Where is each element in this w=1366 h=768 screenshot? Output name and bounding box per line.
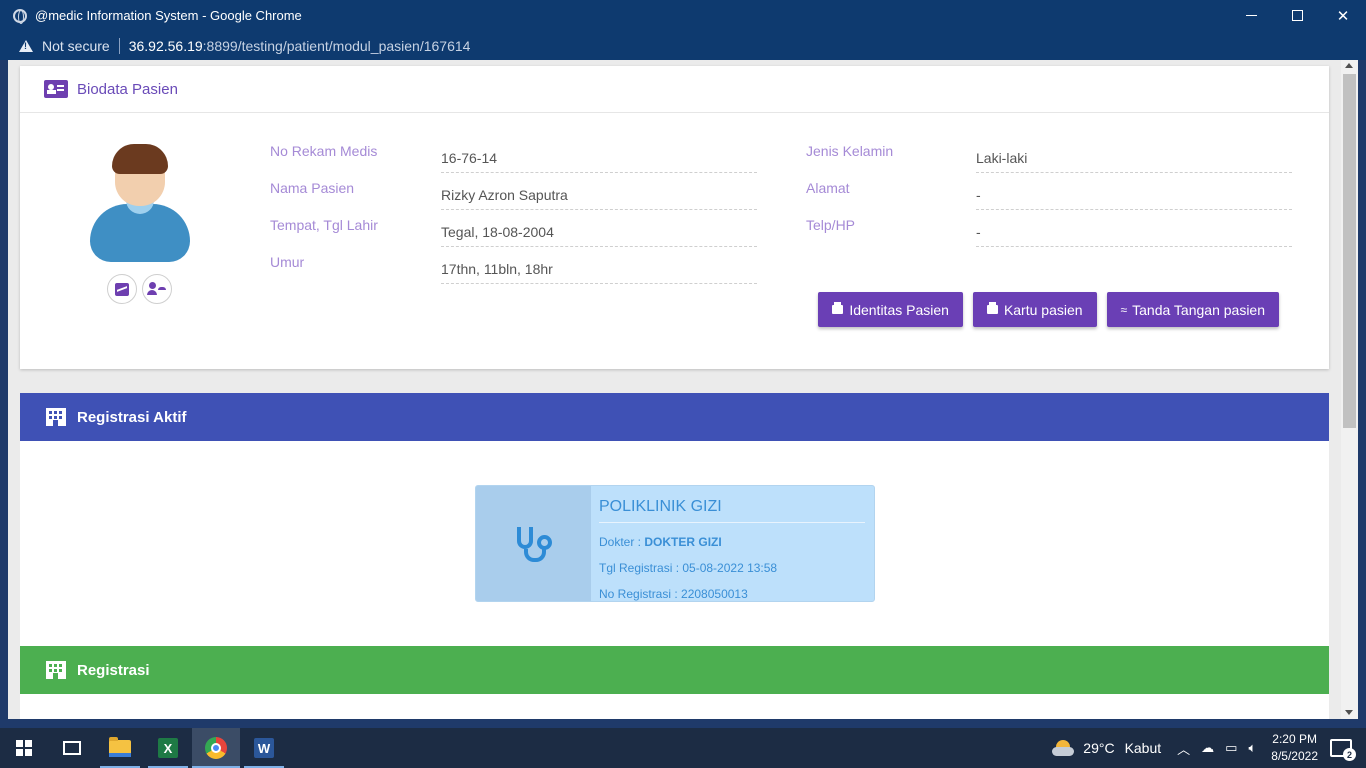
kartu-pasien-button[interactable]: Kartu pasien <box>972 292 1097 327</box>
poli-card[interactable]: POLIKLINIK GIZI Dokter : DOKTER GIZI Tgl… <box>475 485 875 602</box>
chrome-button[interactable] <box>192 728 240 768</box>
url-host[interactable]: 36.92.56.19 <box>129 38 203 54</box>
taskbar: X W 29°C Kabut ︿ ☁ ▭ 🔈︎ 2:20 PM 8/5/2022… <box>0 728 1366 768</box>
address-separator <box>118 37 120 54</box>
id-card-icon <box>44 80 68 98</box>
registrasi-body <box>20 694 1329 719</box>
chrome-icon <box>205 737 227 759</box>
system-tray: 29°C Kabut ︿ ☁ ▭ 🔈︎ 2:20 PM 8/5/2022 2 <box>1052 728 1366 768</box>
scroll-up-icon[interactable] <box>1345 63 1353 68</box>
value-alamat: - <box>976 177 1292 210</box>
address-bar[interactable]: Not secure 36.92.56.19:8899/testing/pati… <box>0 31 1366 60</box>
task-view-button[interactable] <box>48 728 96 768</box>
task-view-icon <box>63 741 81 755</box>
tanda-tangan-button[interactable]: ≈ Tanda Tangan pasien <box>1106 292 1279 327</box>
weather-condition[interactable]: Kabut <box>1125 740 1162 756</box>
clock-time: 2:20 PM <box>1272 732 1317 746</box>
poli-dokter-name: DOKTER GIZI <box>644 535 722 549</box>
value-tempat-tgl-lahir: Tegal, 18-08-2004 <box>441 214 757 247</box>
patient-avatar <box>88 142 192 262</box>
clock[interactable]: 2:20 PM 8/5/2022 <box>1271 731 1318 765</box>
label-nama-pasien: Nama Pasien <box>270 180 355 196</box>
poli-dokter-label: Dokter : <box>599 535 645 549</box>
file-explorer-button[interactable] <box>96 728 144 768</box>
poli-dokter: Dokter : DOKTER GIZI <box>599 535 865 549</box>
value-jenis-kelamin: Laki-laki <box>976 140 1292 173</box>
start-button[interactable] <box>0 728 48 768</box>
label-no-rekam-medis: No Rekam Medis <box>270 143 378 159</box>
windows-logo-icon <box>16 740 32 756</box>
poli-icon-panel <box>476 486 591 601</box>
biodata-actions: Identitas Pasien Kartu pasien ≈ Tanda Ta… <box>818 292 1279 327</box>
page-viewport: Biodata Pasien No Rekam Medis 16-76-14 N… <box>8 60 1358 719</box>
biodata-card: Biodata Pasien No Rekam Medis 16-76-14 N… <box>20 66 1329 369</box>
value-umur: 17thn, 11bln, 18hr <box>441 251 757 284</box>
temperature[interactable]: 29°C <box>1083 740 1114 756</box>
poli-details: POLIKLINIK GIZI Dokter : DOKTER GIZI Tgl… <box>599 486 865 601</box>
notification-center-icon[interactable]: 2 <box>1330 739 1356 761</box>
biodata-title: Biodata Pasien <box>77 80 178 98</box>
medical-record-button[interactable] <box>107 274 137 304</box>
label-alamat: Alamat <box>806 180 850 196</box>
page-scrollbar[interactable] <box>1341 60 1358 719</box>
window-controls: ✕ <box>1228 0 1366 31</box>
user-edit-icon <box>147 282 165 296</box>
registrasi-aktif-body: POLIKLINIK GIZI Dokter : DOKTER GIZI Tgl… <box>20 441 1329 646</box>
identitas-pasien-label: Identitas Pasien <box>849 301 949 318</box>
print-icon <box>832 302 844 314</box>
print-icon <box>986 302 998 314</box>
identitas-pasien-button[interactable]: Identitas Pasien <box>818 292 963 327</box>
registrasi-aktif-header: Registrasi Aktif <box>20 393 1329 441</box>
value-telp-hp: - <box>976 214 1292 247</box>
label-umur: Umur <box>270 254 305 270</box>
hospital-icon <box>46 661 66 679</box>
notification-badge: 2 <box>1343 748 1356 761</box>
excel-button[interactable]: X <box>144 728 192 768</box>
poli-name: POLIKLINIK GIZI <box>599 498 865 523</box>
hospital-icon <box>46 408 66 426</box>
maximize-button[interactable] <box>1274 0 1320 31</box>
scroll-thumb[interactable] <box>1343 74 1356 428</box>
value-no-rekam-medis: 16-76-14 <box>441 140 757 173</box>
registrasi-aktif-title: Registrasi Aktif <box>77 408 187 426</box>
maximize-icon <box>1291 10 1303 21</box>
poli-no-registrasi: No Registrasi : 2208050013 <box>599 587 748 601</box>
warning-icon[interactable] <box>19 39 33 52</box>
label-telp-hp: Telp/HP <box>806 217 856 233</box>
folder-icon <box>109 736 131 757</box>
site-globe-icon <box>13 8 27 24</box>
close-button[interactable]: ✕ <box>1320 0 1366 31</box>
tanda-tangan-label: Tanda Tangan pasien <box>1132 301 1265 318</box>
close-icon: ✕ <box>1336 7 1350 25</box>
battery-icon[interactable]: ▭ <box>1225 740 1237 756</box>
label-jenis-kelamin: Jenis Kelamin <box>806 143 894 159</box>
scroll-down-icon[interactable] <box>1345 710 1353 715</box>
window-title: @medic Information System - Google Chrom… <box>35 8 302 23</box>
weather-icon[interactable] <box>1052 740 1075 756</box>
minimize-button[interactable] <box>1228 0 1274 31</box>
word-icon: W <box>254 738 274 758</box>
excel-icon: X <box>158 738 178 758</box>
clock-date: 8/5/2022 <box>1271 749 1318 763</box>
registrasi-header: Registrasi <box>20 646 1329 694</box>
signature-icon: ≈ <box>1120 302 1128 317</box>
poli-tgl-registrasi: Tgl Registrasi : 05-08-2022 13:58 <box>599 561 778 575</box>
edit-patient-button[interactable] <box>142 274 172 304</box>
minimize-icon <box>1245 15 1257 16</box>
heartbeat-clipboard-icon <box>115 282 129 296</box>
value-nama-pasien: Rizky Azron Saputra <box>441 177 757 210</box>
biodata-header: Biodata Pasien <box>20 66 1329 113</box>
registrasi-title: Registrasi <box>77 661 150 679</box>
avatar-actions <box>107 274 172 304</box>
word-button[interactable]: W <box>240 728 288 768</box>
kartu-pasien-label: Kartu pasien <box>1003 301 1083 318</box>
label-tempat-tgl-lahir: Tempat, Tgl Lahir <box>270 217 378 233</box>
security-status[interactable]: Not secure <box>42 38 110 54</box>
window-titlebar: @medic Information System - Google Chrom… <box>0 0 1366 31</box>
url-path[interactable]: :8899/testing/patient/modul_pasien/16761… <box>203 38 471 54</box>
chevron-up-icon[interactable]: ︿ <box>1177 739 1190 758</box>
volume-icon[interactable]: 🔈︎ <box>1248 740 1256 756</box>
network-icon[interactable]: ☁ <box>1201 740 1214 756</box>
stethoscope-icon <box>514 525 554 565</box>
